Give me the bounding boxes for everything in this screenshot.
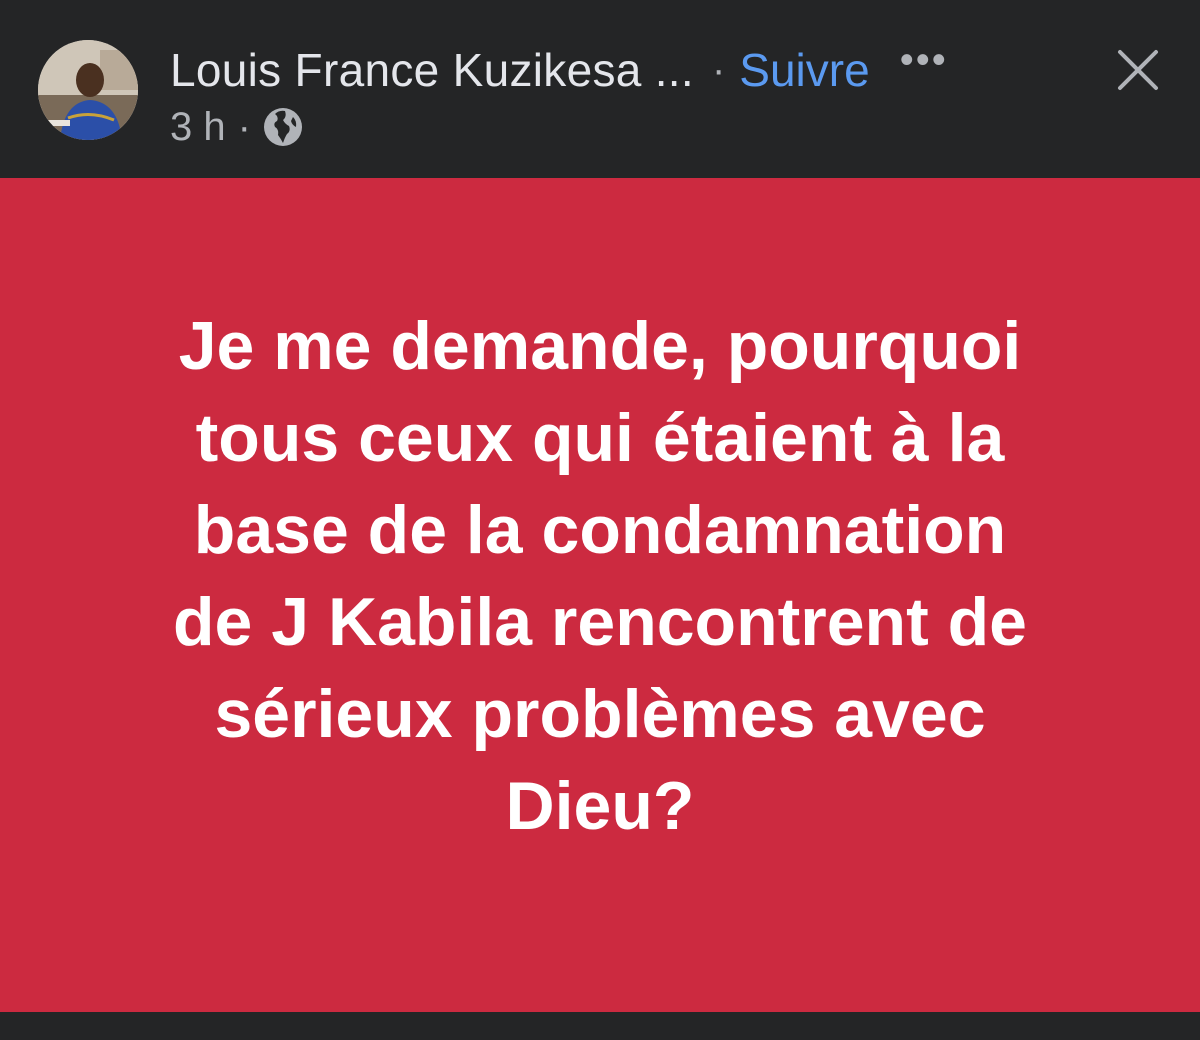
footer-strip [0,1012,1200,1040]
post-body: Je me demande, pourquoi tous ceux qui ét… [100,300,1100,852]
author-follow-separator: · [711,47,726,92]
follow-button[interactable]: Suivre [739,43,869,97]
post-body-line: sérieux problèmes avec [214,676,986,752]
avatar-photo [38,40,138,140]
author-name[interactable]: Louis France Kuzikesa ... [170,43,694,97]
post-meta: 3 h · [170,100,305,154]
post-header: Louis France Kuzikesa ... · Suivre ••• 3… [0,0,1200,178]
more-options-icon[interactable]: ••• [900,40,948,80]
close-icon[interactable] [1114,46,1162,94]
post-body-line: Dieu? [505,768,695,844]
post-body-line: Je me demande, pourquoi [178,308,1022,384]
post-body-line: base de la condamnation [193,492,1007,568]
post-body-line: tous ceux qui étaient à la [195,400,1005,476]
globe-icon[interactable] [261,105,305,149]
post-timestamp[interactable]: 3 h [170,105,226,150]
post-body-line: de J Kabila rencontrent de [173,584,1027,660]
post-text-card: Je me demande, pourquoi tous ceux qui ét… [0,178,1200,1012]
author-line: Louis France Kuzikesa ... · Suivre ••• [170,40,948,100]
meta-separator: · [237,104,251,149]
author-avatar[interactable] [38,40,138,140]
